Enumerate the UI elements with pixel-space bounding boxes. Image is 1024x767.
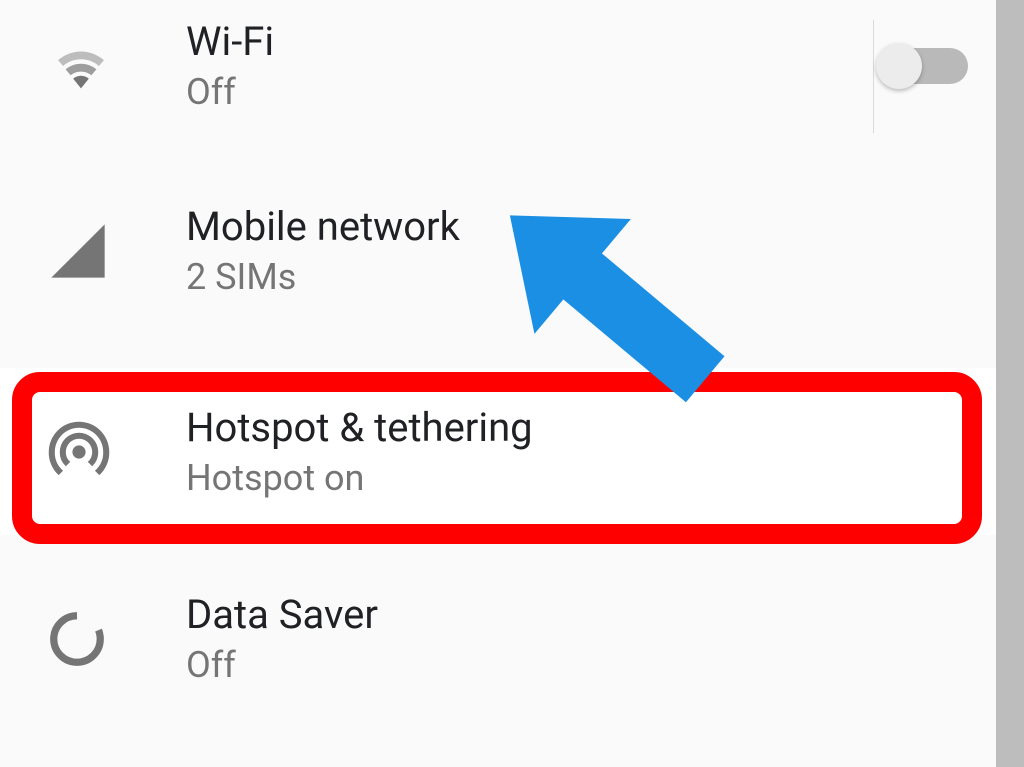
wifi-text: Wi-Fi Off bbox=[186, 18, 878, 113]
hotspot-title: Hotspot & tethering bbox=[186, 404, 988, 451]
wifi-toggle-knob bbox=[876, 43, 922, 89]
mobile-network-text: Mobile network 2 SIMs bbox=[186, 203, 988, 298]
wifi-title: Wi-Fi bbox=[186, 18, 878, 65]
signal-icon bbox=[46, 219, 110, 283]
mobile-network-title: Mobile network bbox=[186, 203, 988, 250]
data-saver-icon-container bbox=[36, 608, 186, 670]
setting-row-wifi[interactable]: Wi-Fi Off bbox=[0, 0, 1024, 153]
hotspot-icon-container bbox=[36, 419, 186, 485]
wifi-icon-container bbox=[36, 38, 186, 94]
wifi-toggle[interactable] bbox=[878, 48, 968, 84]
hotspot-icon bbox=[46, 419, 112, 485]
data-saver-title: Data Saver bbox=[186, 591, 988, 638]
settings-list: Wi-Fi Off Mobile network 2 SIMs bbox=[0, 0, 1024, 767]
wifi-subtitle: Off bbox=[186, 71, 878, 113]
setting-row-hotspot[interactable]: Hotspot & tethering Hotspot on bbox=[0, 368, 1024, 535]
setting-row-data-saver[interactable]: Data Saver Off bbox=[0, 535, 1024, 722]
hotspot-subtitle: Hotspot on bbox=[186, 457, 988, 499]
hotspot-text: Hotspot & tethering Hotspot on bbox=[186, 404, 988, 499]
setting-row-mobile-network[interactable]: Mobile network 2 SIMs bbox=[0, 153, 1024, 348]
data-saver-icon bbox=[46, 608, 108, 670]
mobile-network-icon-container bbox=[36, 219, 186, 283]
data-saver-text: Data Saver Off bbox=[186, 591, 988, 686]
scrollbar[interactable] bbox=[996, 0, 1024, 767]
mobile-network-subtitle: 2 SIMs bbox=[186, 256, 988, 298]
wifi-icon bbox=[46, 38, 116, 94]
data-saver-subtitle: Off bbox=[186, 644, 988, 686]
wifi-divider bbox=[873, 20, 874, 133]
